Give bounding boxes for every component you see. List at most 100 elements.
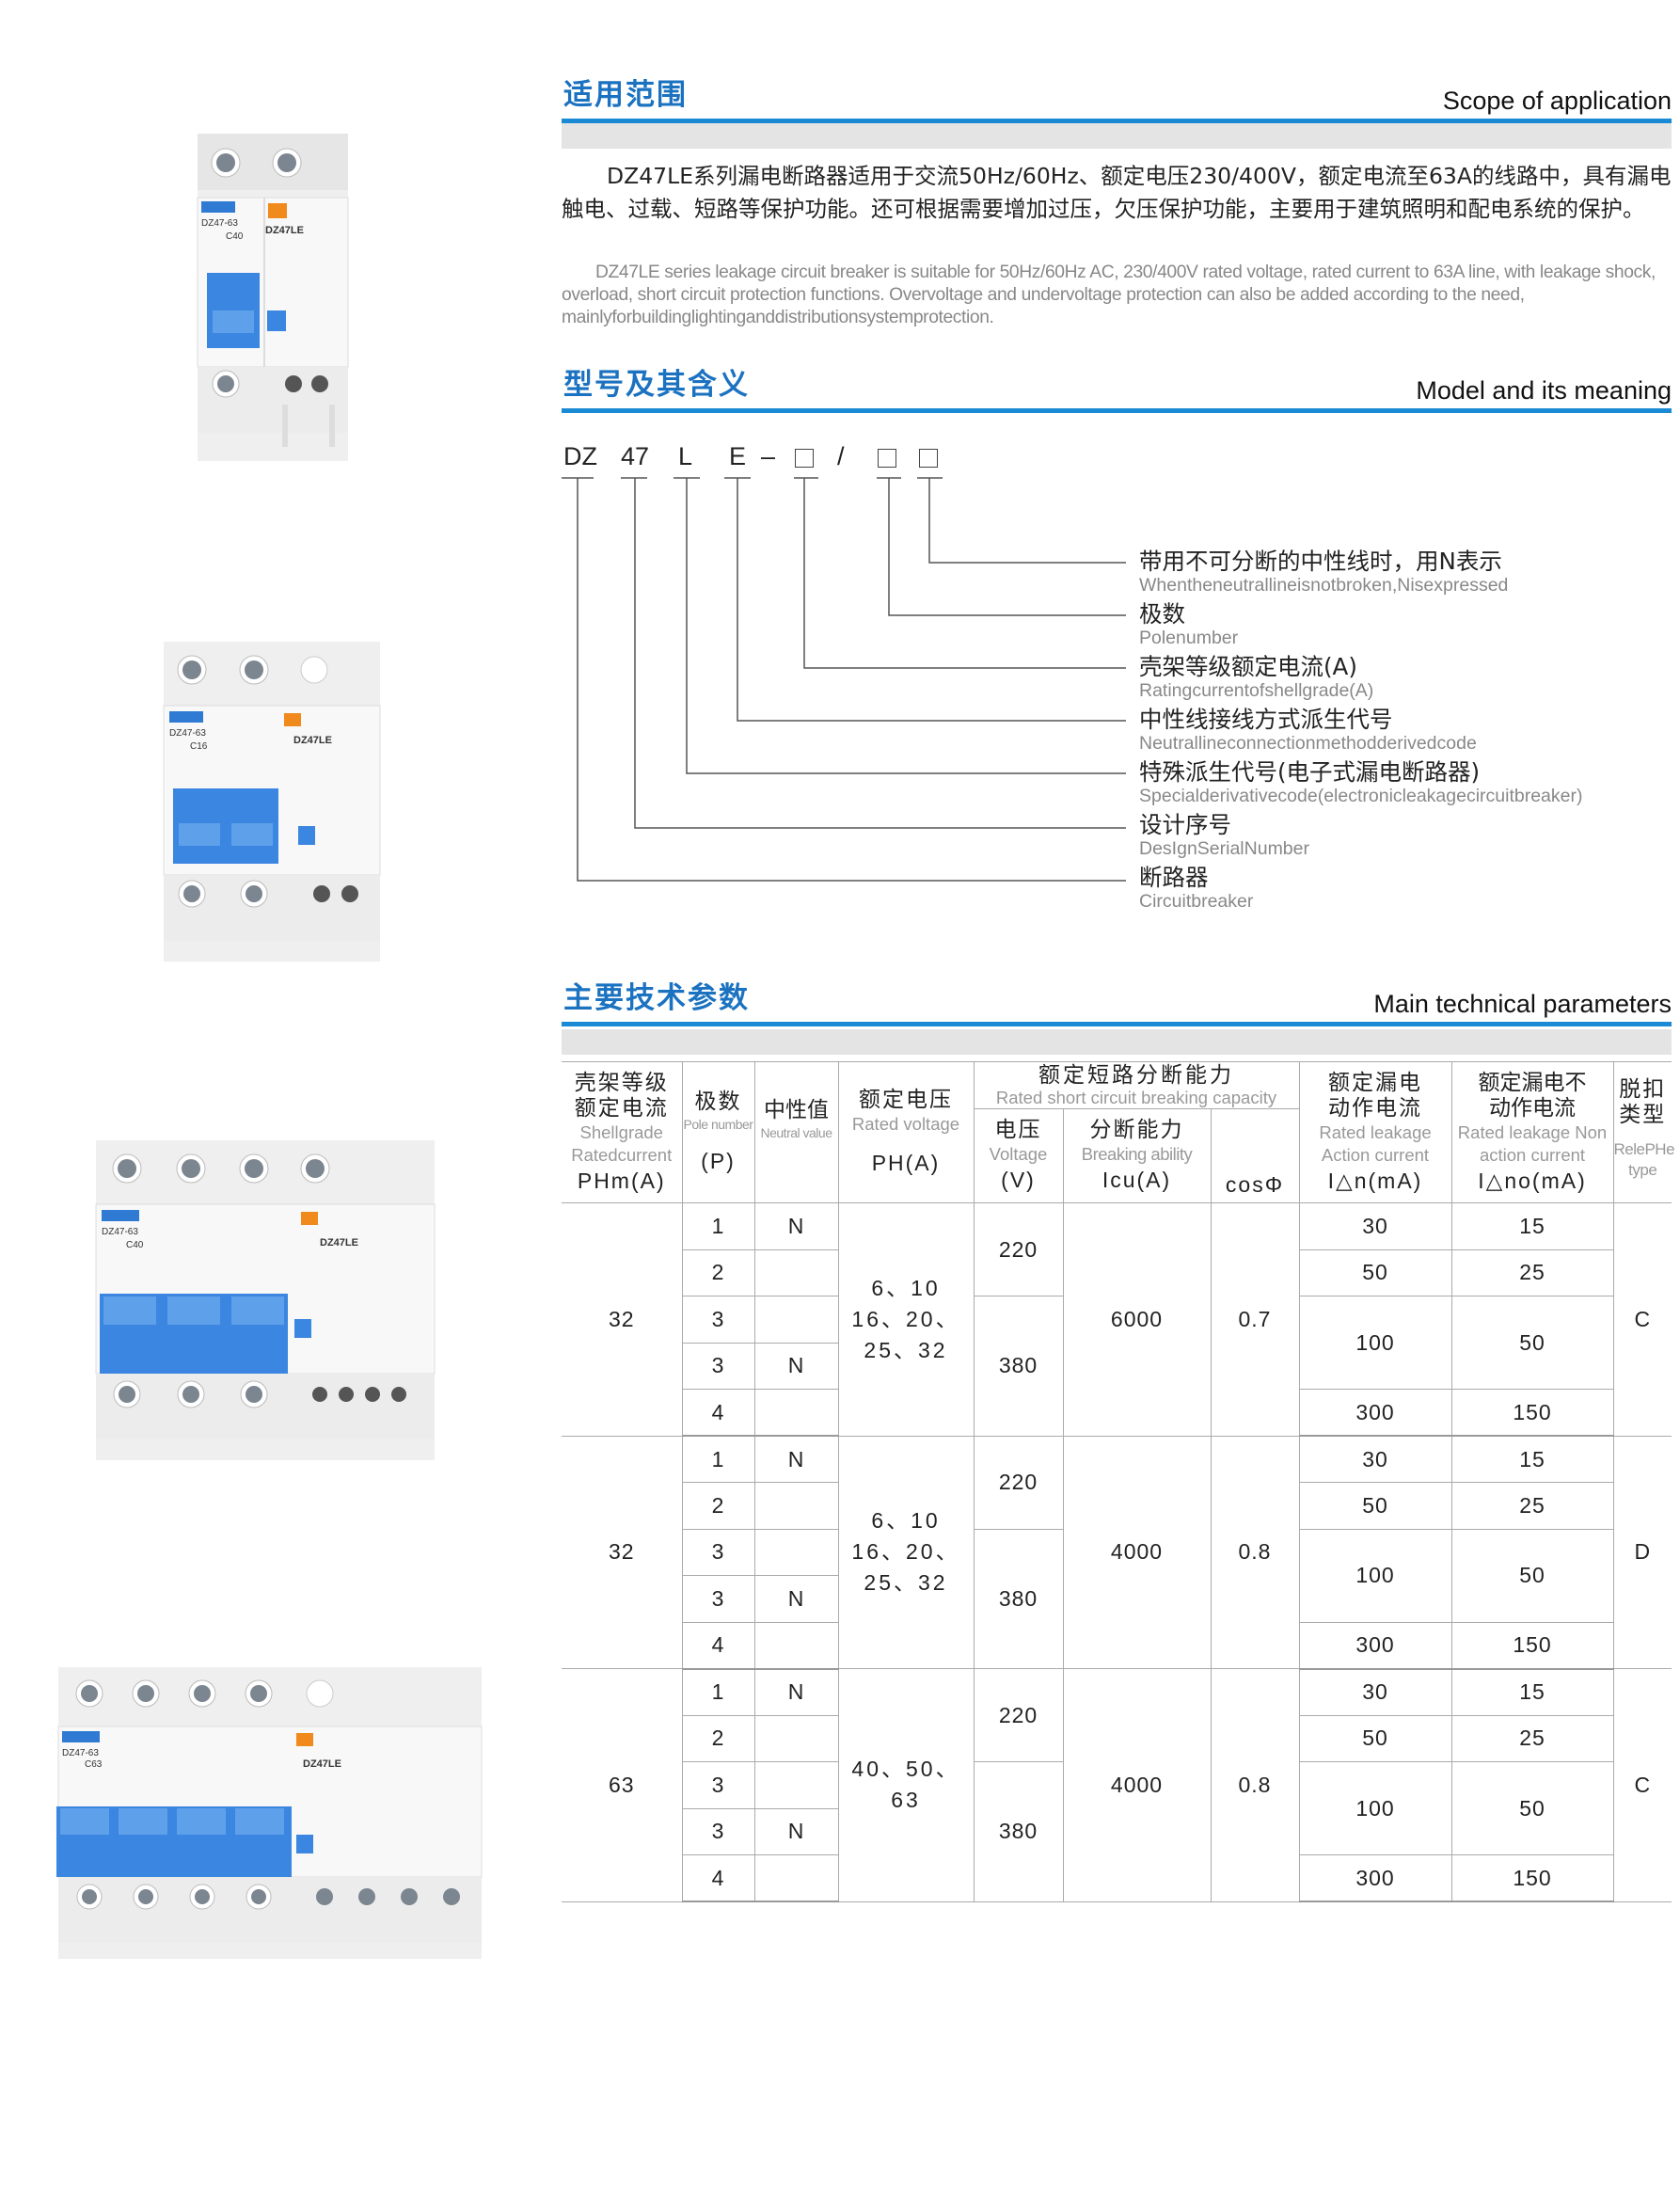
cell-cos: 0.8 (1210, 1435, 1300, 1669)
cell-pole: 3 (682, 1807, 755, 1855)
cell-pole: 1 (681, 1668, 755, 1716)
cell-pole: 2 (682, 1714, 755, 1762)
cell-break-v1: 220 (973, 1435, 1064, 1530)
header-shell: 壳架等级额定电流 Shellgrade Ratedcurrent PHm(A) (562, 1061, 683, 1203)
cell-pole: 1 (681, 1435, 755, 1483)
cell-break-v1: 220 (973, 1668, 1064, 1762)
cell-voltage: 6、10 16、20、 25、32 (837, 1202, 975, 1437)
cell-cos: 0.7 (1210, 1202, 1300, 1437)
cell-neutral (753, 1249, 839, 1296)
cell-leak-action: 300 (1298, 1621, 1452, 1670)
model-item-neutral: 带用不可分断的中性线时，用N表示 Whentheneutrallineisnot… (1139, 548, 1509, 596)
cell-leak-nonaction: 150 (1450, 1854, 1613, 1902)
cell-leak-nonaction: 50 (1450, 1761, 1613, 1855)
table-row: 32 1 N 6、10 16、20、 25、32 220 4000 0.8 30 15 D (562, 1435, 1672, 1669)
cell-icu: 4000 (1062, 1668, 1212, 1902)
cell-leak-nonaction: 50 (1450, 1296, 1613, 1390)
cell-break-v2: 380 (973, 1761, 1064, 1902)
model-item-rating: 壳架等级额定电流(A) Ratingcurrentofshellgrade(A) (1139, 653, 1374, 702)
params-title-cn: 主要技术参数 (563, 981, 750, 1015)
cell-leak-action: 100 (1298, 1761, 1452, 1855)
cell-shell: 32 (562, 1202, 683, 1437)
cell-pole: 3 (682, 1528, 755, 1576)
cell-pole: 2 (682, 1482, 755, 1530)
model-item-design-serial: 设计序号 DesIgnSerialNumber (1139, 811, 1309, 860)
cell-pole: 4 (682, 1854, 755, 1902)
cell-voltage: 6、10 16、20、 25、32 (837, 1435, 975, 1669)
header-leak-nonaction: 额定漏电不动作电流 Rated leakage Non action curre… (1450, 1061, 1614, 1203)
params-table: 壳架等级额定电流 Shellgrade Ratedcurrent PHm(A) … (562, 1061, 1675, 1902)
header-break-capacity: 分断能力 Breaking ability Icu(A) (1062, 1108, 1212, 1203)
cell-leak-nonaction: 150 (1450, 1389, 1613, 1437)
cell-leak-nonaction: 25 (1450, 1249, 1613, 1296)
model-item-neutral-code: 中性线接线方式派生代号 Neutrallineconnectionmethodd… (1139, 706, 1477, 755)
params-bar (562, 1029, 1672, 1055)
cell-leak-nonaction: 25 (1450, 1714, 1613, 1762)
model-item-poles: 极数 Polenumber (1139, 600, 1239, 649)
params-header: 主要技术参数 Main technical parameters (562, 978, 1672, 1026)
model-item-special-code: 特殊派生代号(电子式漏电断路器) Specialderivativecode(e… (1139, 758, 1583, 807)
cell-leak-action: 50 (1298, 1482, 1452, 1530)
cell-leak-nonaction: 15 (1450, 1202, 1614, 1250)
cell-pole: 3 (682, 1342, 755, 1390)
cell-icu: 6000 (1062, 1202, 1212, 1437)
cell-pole: 4 (682, 1389, 755, 1437)
cell-voltage: 40、50、 63 (837, 1668, 975, 1902)
table-row: 63 1 N 40、50、 63 220 4000 0.8 30 15 C (562, 1668, 1672, 1902)
cell-pole: 3 (682, 1575, 755, 1623)
cell-leak-nonaction: 15 (1450, 1435, 1614, 1483)
cell-pole: 2 (682, 1249, 755, 1296)
table-row: 32 1 N 6、10 16、20、 25、32 220 6000 0.7 30 15 C (562, 1202, 1672, 1437)
cell-neutral (753, 1761, 839, 1809)
cell-pole: 4 (682, 1621, 755, 1670)
cell-trip: C (1612, 1202, 1672, 1437)
cell-cos: 0.8 (1210, 1668, 1300, 1902)
cell-break-v2: 380 (973, 1296, 1064, 1437)
cell-neutral: N (753, 1668, 839, 1716)
params-title-en: Main technical parameters (1373, 990, 1672, 1018)
cell-neutral (753, 1714, 839, 1762)
params-body: 32 1 N 6、10 16、20、 25、32 220 6000 0.7 30 15 C 2 50 2… (562, 1202, 1672, 1902)
cell-leak-nonaction: 150 (1450, 1621, 1613, 1670)
cell-neutral (753, 1389, 839, 1437)
cell-leak-action: 50 (1298, 1249, 1452, 1296)
cell-pole: 1 (681, 1202, 755, 1250)
cell-leak-nonaction: 15 (1450, 1668, 1614, 1716)
cell-leak-action: 30 (1298, 1202, 1452, 1250)
header-break-voltage: 电压 Voltage (V) (974, 1108, 1064, 1203)
cell-pole: 3 (682, 1296, 755, 1344)
cell-neutral (753, 1528, 839, 1576)
cell-leak-action: 30 (1298, 1668, 1452, 1716)
cell-neutral: N (753, 1575, 838, 1623)
header-cos: cosΦ (1210, 1108, 1299, 1203)
cell-trip: C (1612, 1668, 1672, 1902)
header-breaking: 额定短路分断能力 Rated short circuit breaking ca… (973, 1061, 1300, 1109)
cell-neutral: N (753, 1435, 839, 1483)
cell-neutral (753, 1854, 839, 1902)
header-voltage: 额定电压 Rated voltage PH(A) (837, 1061, 975, 1203)
cell-break-v1: 220 (973, 1202, 1064, 1296)
cell-leak-action: 300 (1298, 1854, 1452, 1902)
header-trip: 脱扣类型 RelePHe type (1612, 1061, 1675, 1203)
cell-neutral (753, 1296, 839, 1344)
cell-leak-action: 100 (1298, 1528, 1452, 1623)
header-neutral: 中性值 Neutral value (753, 1061, 839, 1203)
cell-leak-action: 50 (1298, 1714, 1452, 1762)
cell-neutral: N (753, 1807, 838, 1855)
header-leak-action: 额定漏电动作电流 Rated leakage Action current I△… (1298, 1061, 1452, 1203)
cell-neutral: N (753, 1342, 838, 1390)
cell-shell: 32 (562, 1435, 683, 1669)
cell-leak-nonaction: 25 (1450, 1482, 1613, 1530)
cell-trip: D (1612, 1435, 1672, 1669)
cell-neutral (753, 1621, 839, 1670)
cell-neutral: N (753, 1202, 839, 1250)
cell-leak-action: 300 (1298, 1389, 1452, 1437)
cell-leak-nonaction: 50 (1450, 1528, 1613, 1623)
cell-leak-action: 30 (1298, 1435, 1452, 1483)
cell-pole: 3 (682, 1761, 755, 1809)
cell-icu: 4000 (1062, 1435, 1212, 1669)
header-pole: 极数 Pole number (P) (681, 1061, 755, 1203)
cell-break-v2: 380 (973, 1528, 1064, 1669)
params-divider (562, 1022, 1672, 1026)
model-item-breaker: 断路器 Circuitbreaker (1139, 864, 1254, 913)
